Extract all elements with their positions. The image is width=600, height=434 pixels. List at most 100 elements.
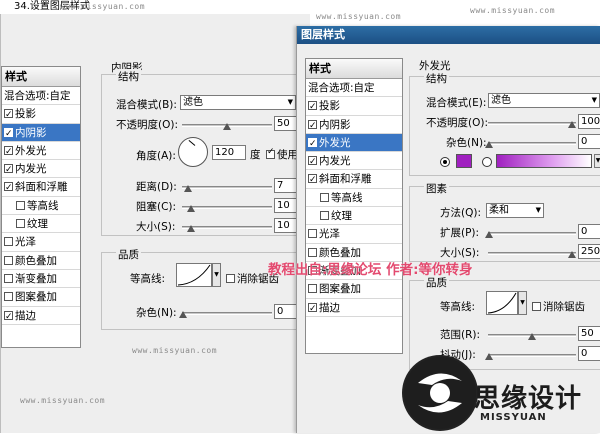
distance-slider-thumb[interactable]	[184, 185, 192, 192]
style-item-11[interactable]: 描边	[306, 299, 402, 318]
style-item-4[interactable]: 斜面和浮雕	[2, 178, 80, 197]
style-item-3[interactable]: 内发光	[306, 152, 402, 171]
jitter-slider[interactable]	[488, 354, 576, 357]
gradient-dropdown-arrow[interactable]: ▼	[594, 154, 600, 168]
blend-options-item[interactable]: 混合选项:自定	[2, 87, 80, 106]
style-checkbox[interactable]	[320, 211, 329, 221]
range-slider-thumb[interactable]	[528, 333, 536, 340]
opacity-slider-thumb[interactable]	[568, 121, 576, 128]
contour-dropdown-arrow[interactable]: ▼	[212, 263, 221, 287]
jitter-slider-thumb[interactable]	[485, 353, 493, 360]
style-item-8[interactable]: 颜色叠加	[2, 252, 80, 270]
style-checkbox[interactable]	[4, 179, 13, 197]
contour-preview[interactable]	[486, 291, 518, 315]
noise-slider-thumb[interactable]	[485, 141, 493, 148]
gradient-radio[interactable]	[482, 157, 492, 167]
opacity-slider[interactable]	[488, 122, 576, 125]
antialias-checkbox[interactable]: 消除锯齿	[532, 299, 585, 314]
noise-input[interactable]: 0	[578, 134, 600, 149]
style-item-1[interactable]: 内阴影	[2, 123, 80, 143]
size-slider-thumb[interactable]	[187, 225, 195, 232]
style-checkbox[interactable]	[4, 106, 13, 124]
style-item-3[interactable]: 内发光	[2, 160, 80, 179]
size-slider[interactable]	[182, 226, 272, 229]
style-checkbox[interactable]	[4, 125, 13, 143]
style-checkbox[interactable]	[308, 171, 317, 189]
blend-mode-select[interactable]: 滤色	[180, 95, 296, 110]
size-slider[interactable]	[488, 252, 576, 255]
style-checkbox[interactable]	[4, 143, 13, 161]
watermark: www.missyuan.com	[60, 2, 146, 11]
blend-options-item[interactable]: 混合选项:自定	[306, 79, 402, 98]
style-item-label: 外发光	[15, 144, 47, 157]
method-select[interactable]: 柔和	[486, 203, 544, 218]
glow-gradient-swatch[interactable]	[496, 154, 592, 168]
style-checkbox[interactable]	[308, 300, 317, 318]
blend-mode-label: 混合模式(B):	[116, 99, 177, 111]
size-label: 大小(S):	[136, 221, 176, 233]
angle-input[interactable]: 120	[212, 145, 246, 160]
global-light-checkbox[interactable]: 使用	[266, 147, 298, 162]
size-slider-thumb[interactable]	[568, 251, 576, 258]
contour-label: 等高线:	[130, 273, 166, 285]
style-checkbox[interactable]	[16, 200, 25, 210]
style-item-10[interactable]: 图案叠加	[306, 280, 402, 299]
style-checkbox[interactable]	[4, 273, 13, 283]
style-checkbox[interactable]	[4, 237, 13, 247]
noise-slider-thumb[interactable]	[179, 311, 187, 318]
style-checkbox[interactable]	[4, 161, 13, 179]
spread-slider-thumb[interactable]	[485, 231, 493, 238]
style-item-2[interactable]: 外发光	[2, 142, 80, 161]
glow-color-swatch[interactable]	[456, 154, 472, 168]
style-item-6[interactable]: 纹理	[306, 207, 402, 226]
style-item-label: 光泽	[15, 236, 36, 249]
choke-slider[interactable]	[182, 206, 272, 209]
opacity-slider-thumb[interactable]	[223, 123, 231, 130]
style-item-0[interactable]: 投影	[2, 105, 80, 124]
style-item-5[interactable]: 等高线	[306, 189, 402, 208]
style-item-7[interactable]: 光泽	[306, 225, 402, 244]
style-item-4[interactable]: 斜面和浮雕	[306, 170, 402, 189]
spread-slider[interactable]	[488, 232, 576, 235]
style-item-label: 颜色叠加	[15, 254, 57, 267]
angle-unit: 度	[250, 149, 261, 161]
style-item-6[interactable]: 纹理	[2, 215, 80, 234]
range-input[interactable]: 50	[578, 326, 600, 341]
style-checkbox[interactable]	[308, 98, 317, 116]
dialog-titlebar[interactable]: 图层样式	[297, 26, 600, 44]
style-checkbox[interactable]	[308, 229, 317, 239]
contour-preview[interactable]	[176, 263, 212, 287]
style-checkbox[interactable]	[308, 135, 317, 153]
style-item-7[interactable]: 光泽	[2, 233, 80, 252]
style-checkbox[interactable]	[16, 219, 25, 229]
style-checkbox[interactable]	[308, 153, 317, 171]
style-item-10[interactable]: 图案叠加	[2, 288, 80, 307]
jitter-input[interactable]: 0	[578, 346, 600, 361]
style-item-1[interactable]: 内阴影	[306, 116, 402, 135]
noise-slider[interactable]	[182, 312, 272, 315]
style-checkbox[interactable]	[308, 117, 317, 135]
opacity-input[interactable]: 100	[578, 114, 600, 129]
style-checkbox[interactable]	[308, 247, 317, 257]
noise-slider[interactable]	[488, 142, 576, 145]
distance-label: 距离(D):	[136, 181, 177, 193]
spread-input[interactable]: 0	[578, 224, 600, 239]
style-checkbox[interactable]	[4, 308, 13, 326]
style-checkbox[interactable]	[4, 255, 13, 265]
style-item-11[interactable]: 描边	[2, 307, 80, 326]
size-input[interactable]: 250	[578, 244, 600, 259]
style-item-5[interactable]: 等高线	[2, 197, 80, 216]
choke-slider-thumb[interactable]	[187, 205, 195, 212]
style-item-2[interactable]: 外发光	[306, 133, 402, 153]
contour-dropdown-arrow[interactable]: ▼	[518, 291, 527, 315]
style-checkbox[interactable]	[320, 192, 329, 202]
style-checkbox[interactable]	[4, 292, 13, 302]
blend-mode-select[interactable]: 滤色	[488, 93, 600, 108]
style-checkbox[interactable]	[308, 284, 317, 294]
blend-mode-label: 混合模式(E):	[426, 97, 487, 109]
style-item-9[interactable]: 渐变叠加	[2, 270, 80, 289]
angle-dial[interactable]	[178, 137, 208, 167]
solid-color-radio[interactable]	[440, 157, 450, 167]
distance-slider[interactable]	[182, 186, 272, 189]
style-item-0[interactable]: 投影	[306, 97, 402, 116]
